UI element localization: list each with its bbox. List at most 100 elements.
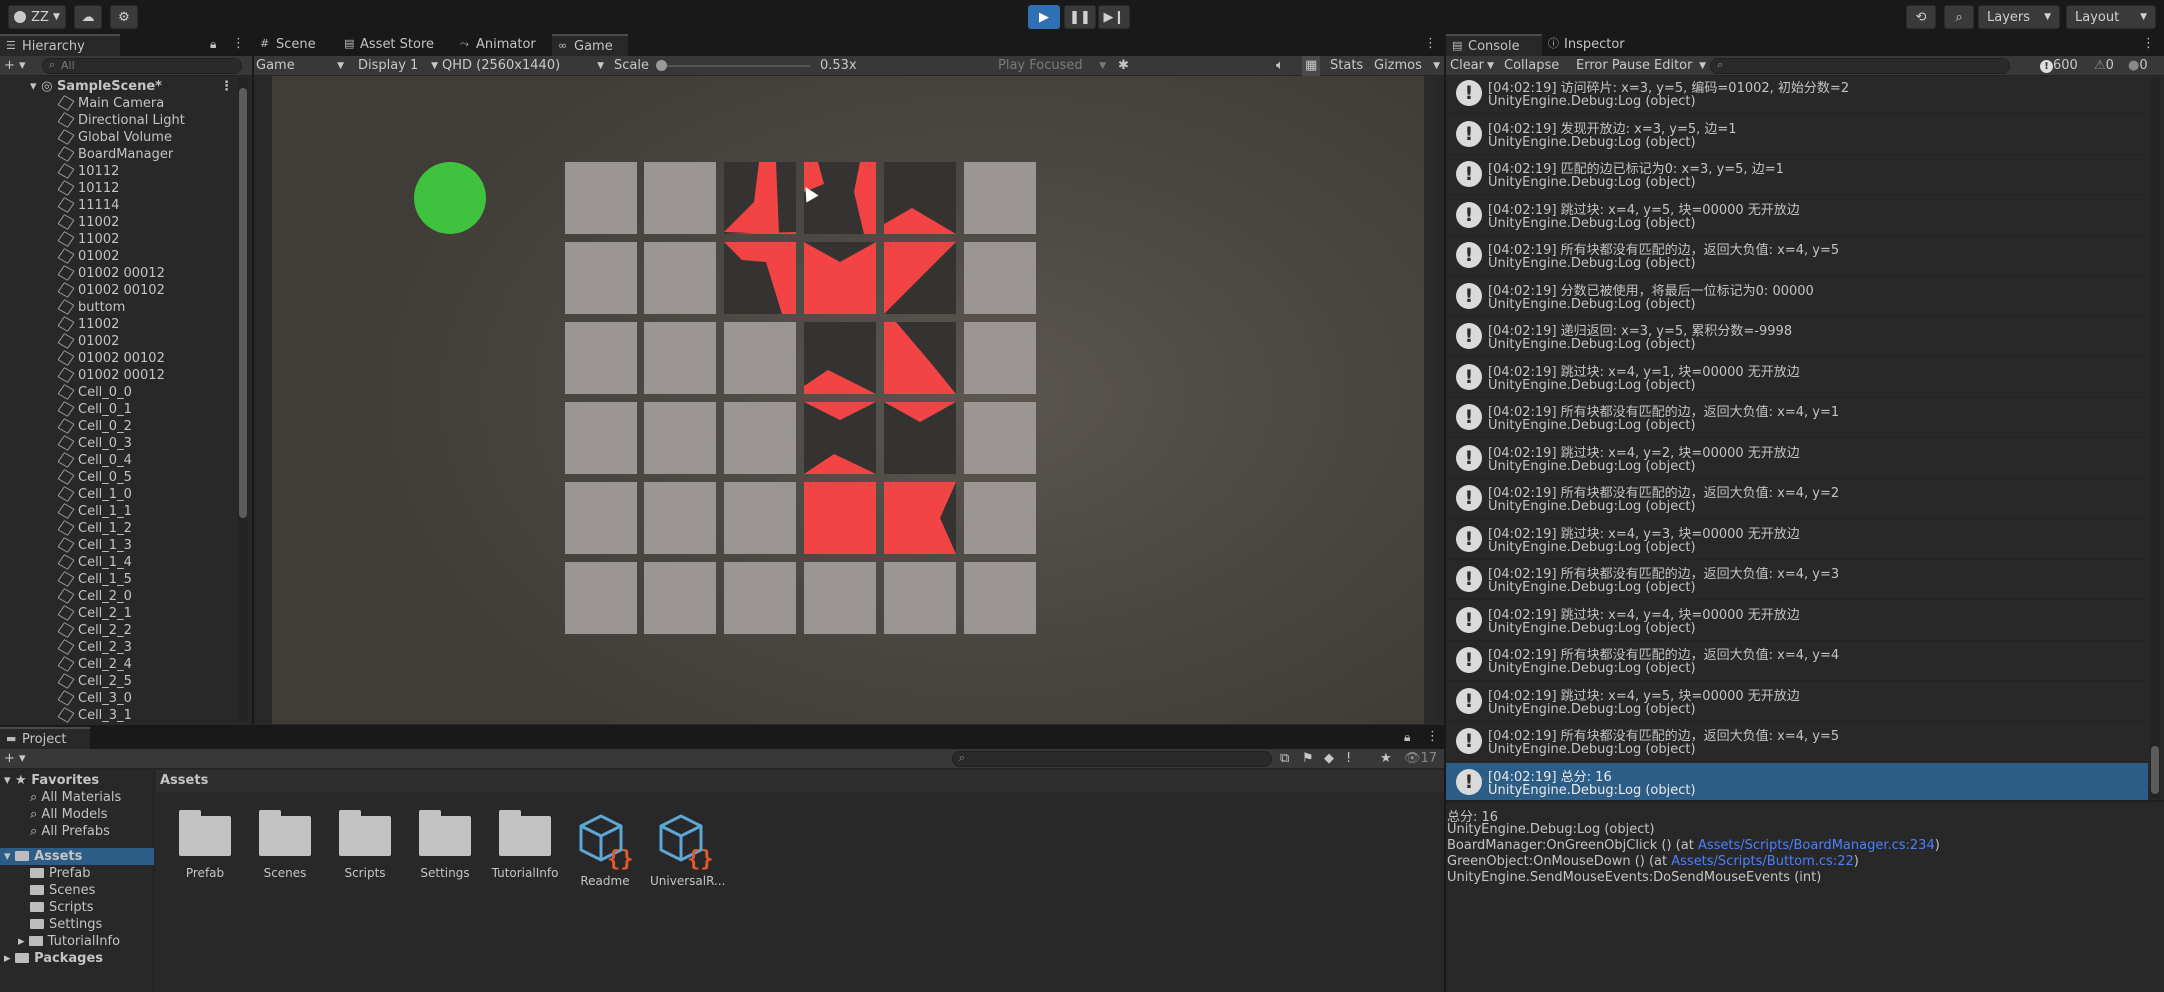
hierarchy-item[interactable]: Cell_2_0 xyxy=(57,588,132,605)
hierarchy-item[interactable]: Cell_0_5 xyxy=(57,469,132,486)
hierarchy-item[interactable]: Cell_1_1 xyxy=(57,503,132,520)
hierarchy-item[interactable]: 10112 xyxy=(57,163,119,180)
board-tile[interactable] xyxy=(884,162,956,234)
hierarchy-item[interactable]: Cell_0_3 xyxy=(57,435,132,452)
console-log-entry[interactable]: ! [04:02:19] 跳过块: x=4, y=4, 块=00000 无开放边 U… xyxy=(1446,601,2148,641)
board-tile[interactable] xyxy=(884,482,956,554)
board-cell[interactable] xyxy=(964,162,1036,234)
error-pause-toggle[interactable]: Error Pause xyxy=(1576,56,1650,76)
console-log-entry[interactable]: ! [04:02:19] 跳过块: x=4, y=5, 块=00000 无开放边 U… xyxy=(1446,196,2148,236)
board-tile[interactable] xyxy=(724,242,796,314)
console-log-entry[interactable]: ! [04:02:19] 跳过块: x=4, y=2, 块=00000 无开放边 U… xyxy=(1446,439,2148,479)
editor-dropdown[interactable]: Editor ▼ xyxy=(1654,56,1706,76)
hierarchy-item[interactable]: 11002 xyxy=(57,316,119,333)
board-tile[interactable] xyxy=(724,162,796,234)
star-icon[interactable]: ★ xyxy=(1380,749,1392,769)
board-tile[interactable] xyxy=(884,242,956,314)
hierarchy-item[interactable]: Cell_0_2 xyxy=(57,418,132,435)
cloud-button[interactable]: ☁ xyxy=(74,5,102,29)
asset-urp[interactable]: {} UniversalR... xyxy=(650,808,725,888)
play-focused-select[interactable]: Play Focused ▼ xyxy=(998,56,1106,76)
board-tile[interactable] xyxy=(804,402,876,474)
tab-inspector[interactable]: ⓘ Inspector xyxy=(1542,34,1642,56)
hierarchy-item[interactable]: Cell_2_4 xyxy=(57,656,132,673)
board-cell[interactable] xyxy=(884,562,956,634)
board-cell[interactable] xyxy=(724,482,796,554)
lock-icon[interactable]: 🔒︎ xyxy=(1404,730,1410,745)
tab-game[interactable]: ∞ Game xyxy=(552,34,628,56)
hierarchy-item[interactable]: Cell_2_1 xyxy=(57,605,132,622)
board-cell[interactable] xyxy=(565,162,637,234)
more-icon[interactable]: ⋮ xyxy=(220,78,233,95)
hierarchy-item[interactable]: Cell_1_0 xyxy=(57,486,132,503)
more-icon[interactable]: ⋮ xyxy=(2142,36,2155,51)
bug-icon[interactable]: ✱ xyxy=(1118,56,1129,76)
log-count-toggle[interactable]: ! 600 xyxy=(2040,56,2078,76)
console-log-entry[interactable]: ! [04:02:19] 跳过块: x=4, y=5, 块=00000 无开放边 U… xyxy=(1446,682,2148,722)
alert-icon[interactable]: ! xyxy=(1346,749,1351,769)
board-tile[interactable] xyxy=(804,242,876,314)
hierarchy-search-input[interactable]: ⌕ All xyxy=(42,58,242,74)
account-dropdown[interactable]: ZZ ▼ xyxy=(8,5,66,29)
board-cell[interactable] xyxy=(565,402,637,474)
stacktrace-link[interactable]: Assets/Scripts/Buttom.cs:22 xyxy=(1671,854,1854,869)
console-log-entry[interactable]: ! [04:02:19] 匹配的边已标记为0: x=3, y=5, 边=1 Unit… xyxy=(1446,155,2148,195)
console-log-entry[interactable]: ! [04:02:19] 发现开放边: x=3, y=5, 边=1 UnityEng… xyxy=(1446,115,2148,155)
filter-type-icon[interactable]: ⧉ xyxy=(1280,749,1289,769)
resolution-select[interactable]: QHD (2560x1440) ▼ xyxy=(442,56,604,76)
folder-item[interactable]: Scenes xyxy=(30,882,95,899)
console-log-entry[interactable]: ! [04:02:19] 访问碎片: x=3, y=5, 编码=01002, 初始… xyxy=(1446,74,2148,114)
board-cell[interactable] xyxy=(724,322,796,394)
folder-item[interactable]: Settings xyxy=(30,916,102,933)
console-log-entry[interactable]: ! [04:02:19] 总分: 16 UnityEngine.Debug:Log … xyxy=(1446,762,2148,803)
board-cell[interactable] xyxy=(964,402,1036,474)
console-splitter[interactable] xyxy=(1446,800,2164,802)
board-cell[interactable] xyxy=(724,562,796,634)
search-button[interactable]: ⌕ xyxy=(1944,5,1974,29)
fav-item[interactable]: ⌕ All Materials xyxy=(30,789,121,806)
more-icon[interactable]: ⋮ xyxy=(1426,729,1439,744)
hierarchy-item[interactable]: 01002 xyxy=(57,333,119,350)
hierarchy-item[interactable]: 01002 00012 xyxy=(57,367,165,384)
hierarchy-item[interactable]: 10112 xyxy=(57,180,119,197)
console-log-entry[interactable]: ! [04:02:19] 递归返回: x=3, y=5, 累积分数=-9998 Un… xyxy=(1446,317,2148,357)
more-icon[interactable]: ⋮ xyxy=(1424,36,1437,51)
collapse-toggle[interactable]: Collapse xyxy=(1504,56,1559,76)
hierarchy-item[interactable]: 01002 00102 xyxy=(57,350,165,367)
tab-asset-store[interactable]: ▤ Asset Store xyxy=(338,34,460,56)
error-count-toggle[interactable]: ●0 xyxy=(2128,56,2148,76)
tab-console[interactable]: ▤ Console xyxy=(1446,34,1542,56)
hierarchy-item[interactable]: 01002 00012 xyxy=(57,265,165,282)
game-scrollbar[interactable] xyxy=(1424,76,1434,724)
hierarchy-item[interactable]: Cell_1_3 xyxy=(57,537,132,554)
board-tile[interactable] xyxy=(804,482,876,554)
hierarchy-item[interactable]: Cell_3_0 xyxy=(57,690,132,707)
asset-folder[interactable]: Prefab xyxy=(170,808,240,880)
stacktrace-link[interactable]: Assets/Scripts/BoardManager.cs:234 xyxy=(1698,838,1935,853)
packages-folder[interactable]: ▸ Packages xyxy=(4,950,103,967)
play-button[interactable]: ▶ xyxy=(1028,5,1060,29)
tab-animator[interactable]: ⤳ Animator xyxy=(454,34,554,56)
hierarchy-item[interactable]: Cell_0_0 xyxy=(57,384,132,401)
board-tile[interactable] xyxy=(804,322,876,394)
hierarchy-item[interactable]: 11114 xyxy=(57,197,119,214)
asset-folder[interactable]: TutorialInfo xyxy=(490,808,560,880)
console-log-entry[interactable]: ! [04:02:19] 所有块都没有匹配的边，返回大负值: x=4, y=5 Un… xyxy=(1446,722,2148,762)
lock-icon[interactable]: 🔒︎ xyxy=(210,37,216,52)
console-log-entry[interactable]: ! [04:02:19] 所有块都没有匹配的边，返回大负值: x=4, y=5 Un… xyxy=(1446,236,2148,276)
warning-count-toggle[interactable]: ⚠0 xyxy=(2094,56,2114,76)
console-log-entry[interactable]: ! [04:02:19] 所有块都没有匹配的边，返回大负值: x=4, y=1 Un… xyxy=(1446,398,2148,438)
display-select[interactable]: Display 1 ▼ xyxy=(358,56,438,76)
board-cell[interactable] xyxy=(804,562,876,634)
board-cell[interactable] xyxy=(964,242,1036,314)
hierarchy-item[interactable]: Cell_1_2 xyxy=(57,520,132,537)
favorites-header[interactable]: ▾ ★ Favorites xyxy=(4,772,99,789)
assets-root-folder[interactable]: ▾ Assets xyxy=(0,848,154,865)
hierarchy-item[interactable]: Cell_0_4 xyxy=(57,452,132,469)
console-scrollbar[interactable] xyxy=(2150,78,2160,798)
board-cell[interactable] xyxy=(644,402,716,474)
project-search-input[interactable]: ⌕ xyxy=(952,751,1272,767)
hierarchy-item[interactable]: Cell_2_5 xyxy=(57,673,132,690)
stats-button[interactable]: Stats xyxy=(1330,56,1363,76)
hierarchy-item[interactable]: buttom xyxy=(57,299,125,316)
